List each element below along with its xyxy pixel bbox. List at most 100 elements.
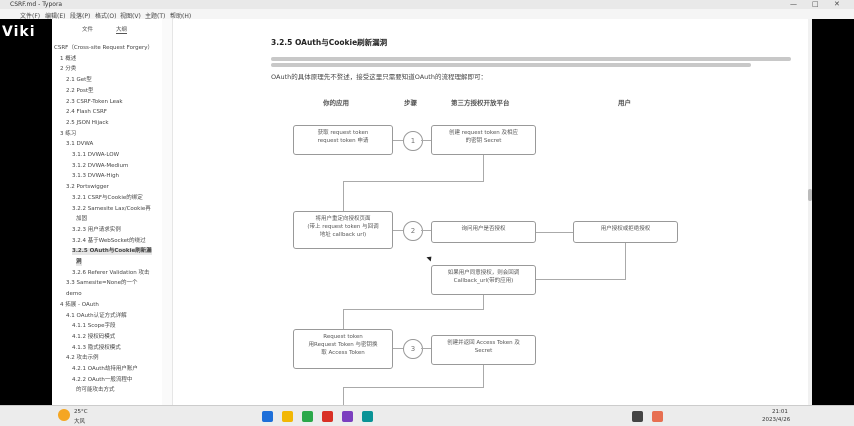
box-create-request-token: 创建 request token 及相应 的密钥 Secret: [431, 125, 536, 155]
box-sublabel: 用Request Token 与密钥换: [308, 342, 378, 348]
outline-item[interactable]: demo: [66, 291, 82, 298]
box-sublabel: (带上 request token 与回调: [307, 224, 379, 230]
outline-item[interactable]: 4 拓展 - OAuth: [60, 302, 99, 309]
section-heading: 3.2.5 OAuth与Cookie刷新漏洞: [271, 38, 388, 47]
outline-item[interactable]: 1 概述: [60, 56, 76, 63]
outline-item[interactable]: 3.2.5 OAuth与Cookie刷新漏: [72, 248, 152, 256]
outline-item[interactable]: 3.3 Samesite=None的一个: [66, 280, 138, 287]
weather-icon: [58, 409, 70, 421]
outline-item[interactable]: 3.2.2 Samesite Lax/Cookie再: [72, 206, 151, 213]
box-sublabel: 地址 callback url): [319, 232, 367, 238]
step-circle-3: 3: [403, 339, 423, 359]
typora-window: CSRF.md - Typora — □ ✕ 文件(F) 编辑(E) 段落(P)…: [0, 0, 854, 426]
box-label: 用户授权或拒绝授权: [600, 226, 651, 232]
box-return-access-token: 创建并返回 Access Token 及 Secret: [431, 335, 536, 365]
box-label: 如果用户同意授权，则会回调: [447, 270, 520, 276]
box-label: 创建并返回 Access Token 及: [447, 340, 520, 346]
connector-line: [536, 232, 573, 233]
tab-files[interactable]: 文件: [82, 25, 93, 33]
outline-item[interactable]: 3 练习: [60, 131, 76, 138]
box-label: Request token: [323, 334, 363, 340]
weather-desc: 大风: [74, 419, 86, 425]
typora-icon[interactable]: [652, 411, 663, 422]
outline-item[interactable]: 的可能攻击方式: [76, 387, 115, 394]
outline-item[interactable]: 4.1.1 Scope字段: [72, 323, 116, 330]
connector-line: [536, 279, 626, 280]
outline-item[interactable]: 4.1.2 授权码模式: [72, 334, 115, 341]
watermark-text: Viki: [2, 24, 36, 40]
outline-item[interactable]: 3.1.3 DVWA-High: [72, 173, 119, 180]
blurred-text-line: [271, 57, 791, 61]
connector-line: [393, 140, 403, 141]
task-view-icon[interactable]: [302, 411, 313, 422]
connector-line: [343, 387, 344, 405]
connector-line: [625, 243, 626, 279]
close-button[interactable]: ✕: [834, 0, 840, 9]
window-title: CSRF.md - Typora: [10, 1, 63, 8]
box-sublabel: 的密钥 Secret: [465, 138, 502, 144]
clock-date: 2023/4/26: [762, 417, 791, 423]
store-icon[interactable]: [362, 411, 373, 422]
explorer-icon[interactable]: [342, 411, 353, 422]
column-header-app: 你的应用: [323, 99, 349, 107]
edge-icon[interactable]: [322, 411, 333, 422]
outline-item[interactable]: 2.5 JSON Hijack: [66, 120, 109, 127]
column-header-user: 用户: [618, 99, 631, 107]
search-icon[interactable]: [282, 411, 293, 422]
connector-line: [421, 230, 431, 231]
windows-taskbar: 25°C 大风 21:01 2023/4/26: [0, 405, 854, 426]
outline-item[interactable]: 4.2 攻击示例: [66, 355, 99, 362]
intro-paragraph: OAuth的具体原理先不赘述，接受这里只需要知道OAuth的流程理解即可：: [271, 73, 487, 81]
outline-item[interactable]: 3.2 Portswigger: [66, 184, 109, 191]
outline-item[interactable]: 加固: [76, 216, 87, 223]
outline-item[interactable]: 4.1 OAuth认证方式详解: [66, 313, 127, 320]
maximize-button[interactable]: □: [812, 0, 819, 9]
sidebar-tabs: 文件 大纲: [52, 23, 162, 35]
outline-item[interactable]: 3.2.1 CSRF与Cookie的绑定: [72, 195, 143, 202]
connector-line: [343, 309, 484, 310]
title-bar: CSRF.md - Typora — □ ✕: [0, 0, 854, 9]
connector-line: [421, 348, 431, 349]
box-ask-user-authorize: 询问用户是否授权: [431, 221, 536, 243]
tab-outline[interactable]: 大纲: [116, 25, 128, 34]
box-sublabel: 取 Access Token: [321, 350, 365, 356]
box-label: 将用户重定向授权页面: [315, 216, 371, 222]
outline-item[interactable]: 4.1.3 隐式授权模式: [72, 345, 121, 352]
outline-item[interactable]: 3.2.6 Referer Validation 攻击: [72, 270, 149, 277]
terminal-icon[interactable]: [632, 411, 643, 422]
box-exchange-token: Request token 用Request Token 与密钥换 取 Acce…: [293, 329, 393, 369]
connector-line: [343, 309, 344, 329]
mouse-cursor: [426, 254, 434, 262]
step-circle-2: 2: [403, 221, 423, 241]
outline-item[interactable]: CSRF（Cross-site Request Forgery）: [54, 45, 153, 52]
sidebar-gutter: [162, 19, 173, 405]
start-icon[interactable]: [262, 411, 273, 422]
outline-item[interactable]: 3.1.2 DVWA-Medium: [72, 163, 128, 170]
box-callback: 如果用户同意授权，则会回调 Callback_url(带的应用): [431, 265, 536, 295]
connector-line: [421, 140, 431, 141]
box-sublabel: Callback_url(带的应用): [453, 278, 514, 284]
outline-item[interactable]: 2.4 Flash CSRF: [66, 109, 107, 116]
minimize-button[interactable]: —: [790, 0, 797, 9]
connector-line: [393, 230, 403, 231]
outline-item[interactable]: 4.2.2 OAuth一般流程中: [72, 377, 132, 384]
outline-item[interactable]: 3.1 DVWA: [66, 141, 93, 148]
connector-line: [343, 181, 484, 182]
outline-item[interactable]: 2.3 CSRF-Token Leak: [66, 99, 123, 106]
column-header-platform: 第三方授权开放平台: [451, 99, 510, 107]
outline-item[interactable]: 2 分类: [60, 66, 76, 73]
menu-bar: 文件(F) 编辑(E) 段落(P) 格式(O) 视图(V) 主题(T) 帮助(H…: [0, 9, 854, 20]
outline-item[interactable]: 2.1 Get型: [66, 77, 92, 84]
box-sublabel: request token 申请: [317, 138, 369, 144]
outline-item[interactable]: 3.1.1 DVWA-LOW: [72, 152, 119, 159]
outline-item[interactable]: 4.2.1 OAuth劫持用户账户: [72, 366, 138, 373]
outline-item[interactable]: 洞: [76, 259, 82, 266]
outline-item[interactable]: 3.2.4 基于WebSocket的绕过: [72, 238, 146, 245]
box-sublabel: Secret: [474, 348, 493, 354]
blurred-text-line: [271, 63, 751, 67]
box-get-request-token: 获取 request token request token 申请: [293, 125, 393, 155]
outline-item[interactable]: 2.2 Post型: [66, 88, 94, 95]
connector-line: [483, 155, 484, 181]
outline-item[interactable]: 3.2.3 用户请求实例: [72, 227, 121, 234]
weather-temp: 25°C: [74, 409, 88, 415]
